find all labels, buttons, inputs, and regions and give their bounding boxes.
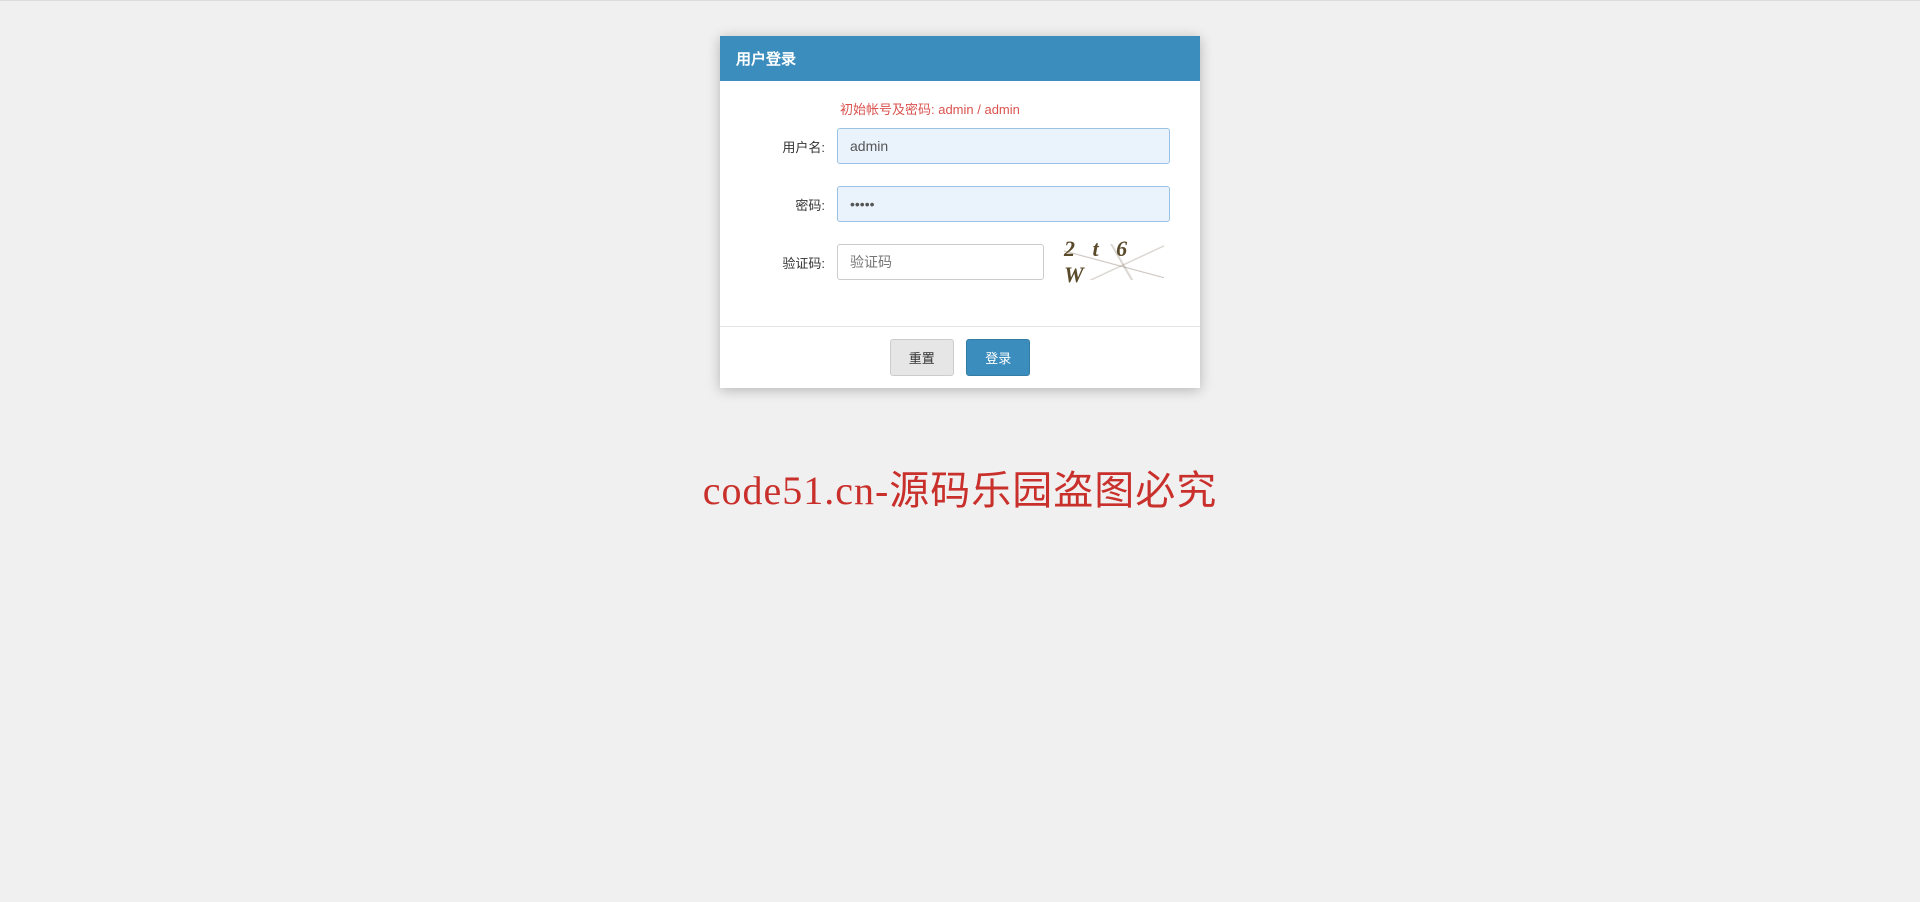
captcha-label: 验证码: xyxy=(750,253,825,272)
login-button[interactable]: 登录 xyxy=(966,339,1030,376)
username-label: 用户名: xyxy=(750,137,825,156)
password-row: 密码: xyxy=(750,186,1170,222)
captcha-input[interactable] xyxy=(837,244,1044,280)
login-panel: 用户登录 初始帐号及密码: admin / admin 用户名: 密码: 验证码… xyxy=(720,36,1200,388)
username-input[interactable] xyxy=(837,128,1170,164)
username-row: 用户名: xyxy=(750,128,1170,164)
captcha-image[interactable]: 2 t 6 W xyxy=(1064,244,1164,280)
password-label: 密码: xyxy=(750,195,825,214)
reset-button[interactable]: 重置 xyxy=(890,339,954,376)
password-input[interactable] xyxy=(837,186,1170,222)
panel-body: 初始帐号及密码: admin / admin 用户名: 密码: 验证码: 2 t… xyxy=(720,81,1200,326)
panel-footer: 重置 登录 xyxy=(720,326,1200,388)
panel-title: 用户登录 xyxy=(720,36,1200,81)
captcha-row: 验证码: 2 t 6 W xyxy=(750,244,1170,280)
watermark-text: code51.cn-源码乐园盗图必究 xyxy=(0,458,1920,516)
credentials-hint: 初始帐号及密码: admin / admin xyxy=(840,99,1170,118)
